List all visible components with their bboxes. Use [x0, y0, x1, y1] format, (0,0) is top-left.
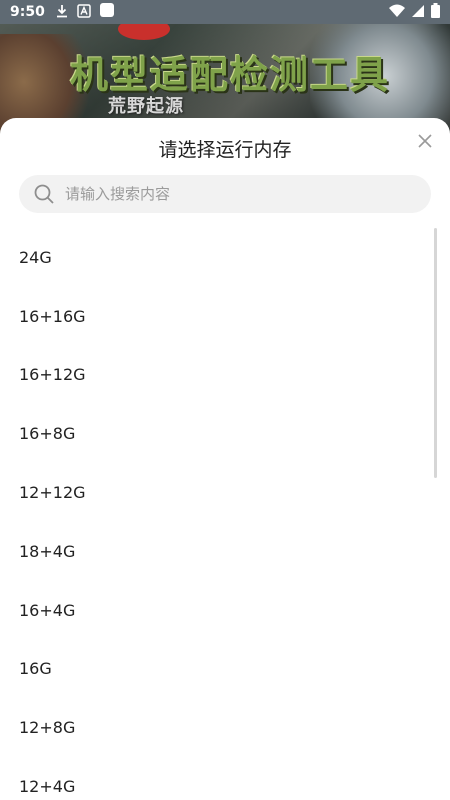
battery-icon	[431, 2, 440, 22]
close-button[interactable]	[414, 130, 436, 152]
memory-option-item[interactable]: 16+12G	[0, 346, 450, 405]
memory-option-item[interactable]: 16G	[0, 640, 450, 699]
memory-option-item[interactable]: 12+4G	[0, 757, 450, 800]
close-icon	[418, 134, 432, 148]
memory-option-item[interactable]: 16+16G	[0, 287, 450, 346]
memory-option-list: 24G 16+16G 16+12G 16+8G 12+12G 18+4G 16+4G 16G 1…	[0, 228, 450, 800]
wifi-icon	[389, 3, 405, 22]
banner-title: 机型适配检测工具	[70, 52, 391, 97]
banner-subtitle: 荒野起源	[108, 96, 184, 117]
status-bar: 9:50	[0, 0, 450, 24]
memory-option-item[interactable]: 16+4G	[0, 581, 450, 640]
memory-option-item[interactable]: 24G	[0, 228, 450, 287]
memory-select-sheet: 请选择运行内存 24G16+16G16+12G16+8G12+12G18+4G1…	[0, 118, 450, 800]
app-square-icon	[99, 2, 115, 22]
status-left-icons	[55, 2, 115, 22]
status-right-icons	[389, 2, 440, 22]
banner-logo	[118, 24, 170, 40]
memory-option-item[interactable]: 12+8G	[0, 698, 450, 757]
memory-option-item[interactable]: 16+8G	[0, 404, 450, 463]
font-a-icon	[77, 3, 91, 22]
sheet-title: 请选择运行内存	[158, 139, 292, 161]
download-icon	[55, 3, 69, 22]
memory-option-item[interactable]: 18+4G	[0, 522, 450, 581]
search-input[interactable]	[65, 185, 395, 203]
search-icon	[33, 183, 55, 205]
sheet-header: 请选择运行内存	[0, 118, 450, 176]
list-scrollbar[interactable]	[434, 228, 437, 478]
screen: 9:50 机型适配检测工具 荒野起源 请选择运行内存 请输入搜索内容 24G 1…	[0, 0, 450, 800]
memory-option-item[interactable]: 12+12G	[0, 463, 450, 522]
status-time: 9:50	[10, 4, 45, 20]
signal-icon	[411, 3, 425, 22]
search-box[interactable]	[19, 175, 431, 213]
